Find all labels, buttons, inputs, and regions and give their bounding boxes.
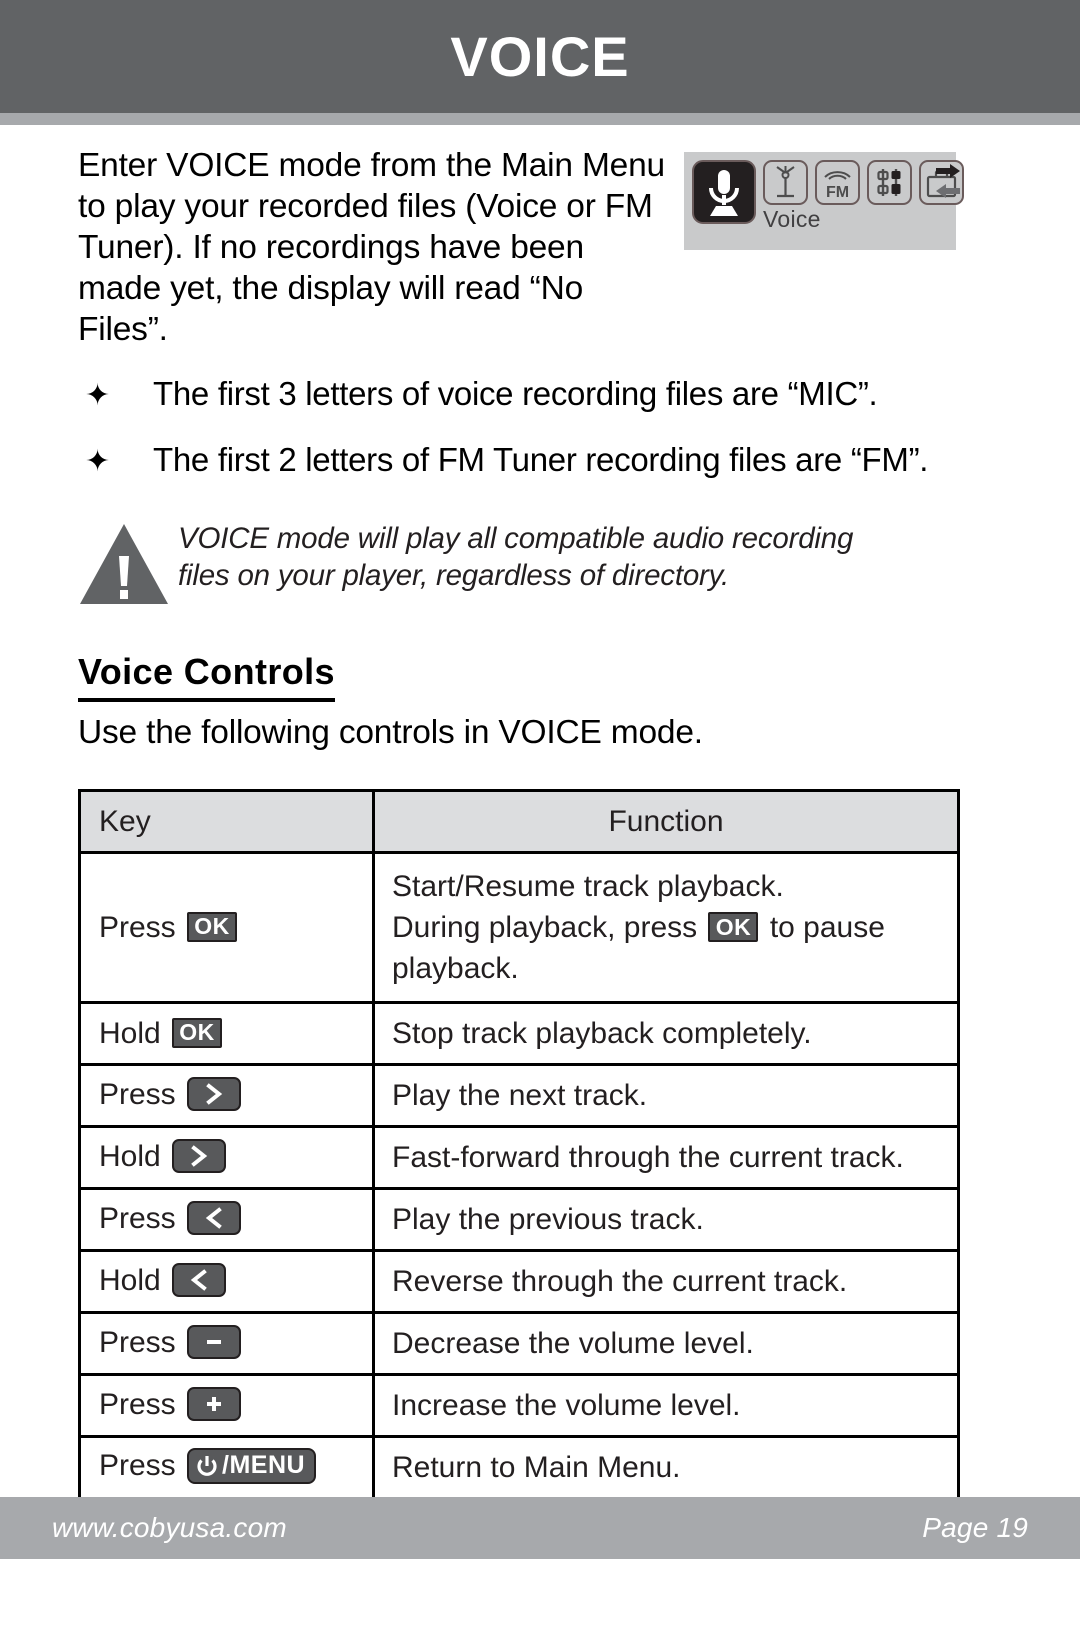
key-cell: Press: [78, 1311, 375, 1376]
star-bullet-icon: ✦: [85, 379, 111, 412]
column-header-function: Function: [372, 789, 960, 854]
key-cell: Press /MENU: [78, 1435, 375, 1500]
function-cell: Play the next track.: [372, 1063, 960, 1128]
key-cell: Press OK: [78, 851, 375, 1004]
microphone-icon: [692, 160, 756, 224]
volume-down-key-badge: [187, 1325, 242, 1360]
note-text: VOICE mode will play all compatible audi…: [178, 512, 853, 594]
star-bullet-icon: ✦: [85, 445, 111, 478]
table-row: Press Decrease the volume level.: [78, 1311, 960, 1376]
intro-paragraph: Enter VOICE mode from the Main Menu to p…: [78, 147, 665, 348]
function-line-2-suffix: to pause: [761, 911, 885, 944]
right-left-arrows-icon: [936, 164, 960, 204]
power-icon: [195, 1454, 219, 1478]
table-row: Press /MENU Return to Main Menu.: [78, 1435, 960, 1500]
key-action-label: Hold: [99, 1016, 161, 1050]
key-cell: Press: [78, 1187, 375, 1252]
table-row: Hold OK Stop track playback completely.: [78, 1001, 960, 1066]
function-cell: Increase the volume level.: [372, 1373, 960, 1438]
table-header-row: Key Function: [78, 789, 960, 854]
page-header: VOICE: [0, 0, 1080, 113]
note-line-2: files on your player, regardless of dire…: [178, 559, 730, 592]
function-cell: Decrease the volume level.: [372, 1311, 960, 1376]
key-cell: Hold OK: [78, 1001, 375, 1066]
footer-website: www.cobyusa.com: [52, 1512, 287, 1543]
function-cell: Reverse through the current track.: [372, 1249, 960, 1314]
fm-radio-icon: FM: [815, 160, 860, 205]
svg-text:FM: FM: [826, 184, 849, 201]
page-title: VOICE: [450, 25, 630, 88]
list-item: ✦ The first 2 letters of FM Tuner record…: [78, 440, 978, 480]
key-action-label: Press: [99, 1325, 176, 1359]
column-header-key: Key: [78, 789, 375, 854]
function-cell: Play the previous track.: [372, 1187, 960, 1252]
device-menu-icon-row: FM: [692, 160, 964, 224]
fm-antenna-icon: [763, 160, 808, 205]
key-action-label: Press: [99, 1387, 176, 1421]
table-row: Hold Reverse through the current track.: [78, 1249, 960, 1314]
key-cell: Press: [78, 1373, 375, 1438]
function-line-1: Start/Resume track playback.: [392, 870, 784, 903]
table-row: Hold Fast-forward through the current tr…: [78, 1125, 960, 1190]
device-menu-illustration: FM Voice: [684, 152, 964, 250]
manual-page: VOICE Enter VOICE mode from the Main Men…: [0, 0, 1080, 1639]
function-cell: Start/Resume track playback. During play…: [372, 851, 960, 1004]
note-line-1: VOICE mode will play all compatible audi…: [178, 522, 854, 555]
key-cell: Press: [78, 1063, 375, 1128]
previous-track-key-badge: [187, 1201, 242, 1236]
key-cell: Hold: [78, 1125, 375, 1190]
key-cell: Hold: [78, 1249, 375, 1314]
settings-sliders-icon: [867, 160, 912, 205]
table-row: Press Play the previous track.: [78, 1187, 960, 1252]
next-track-key-badge: [187, 1077, 242, 1112]
key-action-label: Hold: [99, 1263, 161, 1297]
note-callout: VOICE mode will play all compatible audi…: [78, 512, 978, 611]
key-action-label: Press: [99, 1201, 176, 1235]
page-footer: www.cobyusa.com Page 19: [0, 1497, 1080, 1559]
key-action-label: Hold: [99, 1139, 161, 1173]
key-action-label: Press: [99, 910, 176, 944]
function-line-2-prefix: During playback, press: [392, 911, 706, 944]
bullet-text: The first 3 letters of voice recording f…: [153, 375, 878, 412]
function-line-3: playback.: [392, 952, 519, 985]
power-menu-key-badge: /MENU: [187, 1447, 317, 1484]
function-cell: Stop track playback completely.: [372, 1001, 960, 1066]
voice-controls-table: Key Function Press OK Start/Resume track…: [78, 789, 960, 1500]
bullet-text: The first 2 letters of FM Tuner recordin…: [153, 441, 929, 478]
section-heading: Voice Controls: [78, 651, 335, 702]
table-head: Key Function: [78, 789, 960, 854]
next-track-key-badge: [172, 1139, 227, 1174]
table-body: Press OK Start/Resume track playback. Du…: [78, 851, 960, 1500]
function-line-2: During playback, press OK to pause: [392, 907, 957, 948]
ok-key-badge-inline: OK: [708, 912, 759, 943]
key-action-label: Press: [99, 1077, 176, 1111]
table-row: Press Increase the volume level.: [78, 1373, 960, 1438]
bullet-list: ✦ The first 3 letters of voice recording…: [78, 374, 978, 506]
section-subtext: Use the following controls in VOICE mode…: [78, 714, 703, 751]
warning-triangle-icon: [78, 512, 178, 611]
header-accent-bar: [0, 113, 1080, 125]
power-menu-label: /MENU: [222, 1451, 306, 1480]
volume-up-key-badge: [187, 1387, 242, 1422]
table-row: Press OK Start/Resume track playback. Du…: [78, 851, 960, 1004]
key-action-label: Press: [99, 1449, 176, 1483]
table-row: Press Play the next track.: [78, 1063, 960, 1128]
list-item: ✦ The first 3 letters of voice recording…: [78, 374, 978, 414]
function-cell: Return to Main Menu.: [372, 1435, 960, 1500]
previous-track-key-badge: [172, 1263, 227, 1298]
ok-key-badge: OK: [187, 911, 238, 942]
function-cell: Fast-forward through the current track.: [372, 1125, 960, 1190]
footer-white-strip: [0, 1559, 1080, 1639]
ok-key-badge: OK: [172, 1017, 223, 1048]
footer-page-number: Page 19: [922, 1512, 1028, 1543]
device-menu-active-label: Voice: [763, 206, 821, 232]
